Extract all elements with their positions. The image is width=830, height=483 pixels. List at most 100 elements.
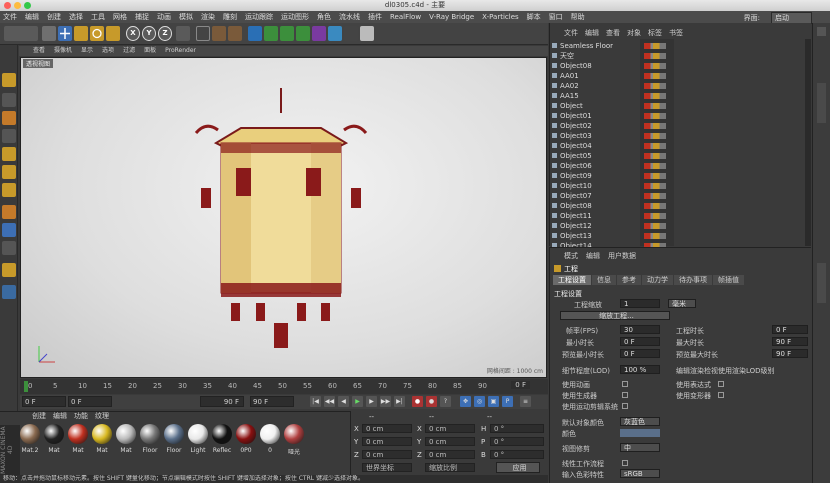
record-button[interactable]: ●: [412, 396, 423, 407]
material-tag-icon[interactable]: [644, 43, 666, 49]
viewport-menu-item[interactable]: 摄像机: [54, 46, 72, 56]
material-ball[interactable]: [212, 424, 232, 444]
material-ball[interactable]: [188, 424, 208, 444]
max-frame-field[interactable]: 90 F: [250, 396, 294, 407]
duration-field[interactable]: 0 F: [772, 325, 808, 334]
viewport-menu-item[interactable]: 查看: [33, 46, 45, 56]
default-color-dropdown[interactable]: 灰蓝色: [620, 417, 660, 426]
render-view-icon[interactable]: [196, 26, 210, 41]
object-row[interactable]: Object02: [552, 121, 808, 131]
material-tag-icon[interactable]: [644, 63, 666, 69]
object-menu-item[interactable]: 标签: [648, 28, 662, 38]
recent-tools-icon[interactable]: [106, 26, 120, 41]
view-clipping-dropdown[interactable]: 中: [620, 443, 660, 452]
paint-icon[interactable]: [2, 285, 16, 299]
keyframe-selection-icon[interactable]: ?: [440, 396, 451, 407]
camera-icon[interactable]: [344, 26, 358, 41]
tab-info[interactable]: 信息: [592, 275, 616, 285]
undo-redo-icon[interactable]: [4, 26, 38, 41]
preview-max-field[interactable]: 90 F: [772, 349, 808, 358]
menu-item[interactable]: 动画: [157, 12, 171, 22]
tab-reference[interactable]: 参考: [617, 275, 641, 285]
menu-item[interactable]: 雕刻: [223, 12, 237, 22]
material-tag-icon[interactable]: [644, 223, 666, 229]
input-color-dropdown[interactable]: sRGB: [620, 469, 660, 478]
rotation-b-field[interactable]: 0 °: [490, 450, 544, 459]
object-row[interactable]: Object08: [552, 61, 808, 71]
panel-tab-icon[interactable]: [817, 263, 826, 303]
menu-item[interactable]: 运动图形: [281, 12, 309, 22]
key-position-icon[interactable]: ✥: [460, 396, 471, 407]
pen-spline-icon[interactable]: [264, 26, 278, 41]
size-y-field[interactable]: 0 cm: [425, 437, 475, 446]
viewport-menu-item[interactable]: ProRender: [165, 46, 196, 56]
prev-key-button[interactable]: ◀◀: [324, 396, 335, 407]
tab-dynamics[interactable]: 动力学: [642, 275, 673, 285]
menu-item[interactable]: 帮助: [571, 12, 585, 22]
workplane-icon[interactable]: [2, 129, 16, 143]
menu-item[interactable]: 渲染: [201, 12, 215, 22]
material-tag-icon[interactable]: [644, 143, 666, 149]
texture-mode-icon[interactable]: [2, 111, 16, 125]
object-row[interactable]: Object03: [552, 131, 808, 141]
close-window-button[interactable]: [4, 2, 11, 9]
play-button[interactable]: ▶: [352, 396, 363, 407]
object-row[interactable]: Object12: [552, 221, 808, 231]
menu-item[interactable]: 插件: [368, 12, 382, 22]
subdivision-icon[interactable]: [280, 26, 294, 41]
material-ball[interactable]: [44, 424, 64, 444]
attr-menu-item[interactable]: 用户数据: [608, 251, 636, 261]
start-frame-field[interactable]: 0 F: [22, 396, 66, 407]
material-ball[interactable]: [20, 424, 40, 444]
key-param-icon[interactable]: P: [502, 396, 513, 407]
min-time-field[interactable]: 0 F: [620, 337, 660, 346]
object-row[interactable]: Object01: [552, 111, 808, 121]
material-menu-item[interactable]: 编辑: [53, 411, 67, 421]
viewport-menu-item[interactable]: 选项: [102, 46, 114, 56]
z-axis-lock-icon[interactable]: Z: [158, 26, 172, 41]
viewport-menu-item[interactable]: 显示: [81, 46, 93, 56]
goto-start-button[interactable]: |◀: [310, 396, 321, 407]
minimize-window-button[interactable]: [14, 2, 21, 9]
object-menu-item[interactable]: 文件: [564, 28, 578, 38]
coordinate-system-icon[interactable]: [176, 26, 190, 41]
autokey-button[interactable]: ●: [426, 396, 437, 407]
material-ball[interactable]: [116, 424, 136, 444]
material-tag-icon[interactable]: [644, 203, 666, 209]
object-menu-item[interactable]: 编辑: [585, 28, 599, 38]
polygons-mode-icon[interactable]: [2, 183, 16, 197]
deformer-icon[interactable]: [312, 26, 326, 41]
material-tag-icon[interactable]: [644, 133, 666, 139]
size-mode-dropdown[interactable]: 缩放比例: [425, 463, 475, 472]
menu-item[interactable]: 文件: [3, 12, 17, 22]
material-tag-icon[interactable]: [644, 173, 666, 179]
use-deformers-checkbox[interactable]: [718, 392, 724, 398]
object-row[interactable]: Object09: [552, 171, 808, 181]
use-expression-checkbox[interactable]: [718, 381, 724, 387]
snap-icon[interactable]: [2, 241, 16, 255]
max-time-field[interactable]: 90 F: [772, 337, 808, 346]
lod-field[interactable]: 100 %: [620, 365, 660, 374]
material-tag-icon[interactable]: [644, 233, 666, 239]
material-ball[interactable]: [284, 424, 304, 444]
goto-end-button[interactable]: ▶|: [394, 396, 405, 407]
attr-menu-item[interactable]: 模式: [564, 251, 578, 261]
next-frame-button[interactable]: ▶: [366, 396, 377, 407]
menu-item[interactable]: 窗口: [549, 12, 563, 22]
menu-item[interactable]: 选择: [69, 12, 83, 22]
cube-icon[interactable]: [248, 26, 262, 41]
position-z-field[interactable]: 0 cm: [362, 450, 412, 459]
viewport-menu-item[interactable]: 面板: [144, 46, 156, 56]
panel-tab-icon[interactable]: [817, 27, 826, 36]
object-row[interactable]: Object07: [552, 191, 808, 201]
panel-tab-icon[interactable]: [817, 83, 826, 123]
position-x-field[interactable]: 0 cm: [362, 424, 412, 433]
make-editable-icon[interactable]: [2, 73, 16, 87]
material-tag-icon[interactable]: [644, 103, 666, 109]
material-tag-icon[interactable]: [644, 123, 666, 129]
tab-interpolation[interactable]: 帧插值: [713, 275, 744, 285]
live-selection-icon[interactable]: [42, 26, 56, 41]
object-menu-item[interactable]: 书签: [669, 28, 683, 38]
menu-item[interactable]: 创建: [47, 12, 61, 22]
lantern-model[interactable]: [181, 88, 381, 348]
